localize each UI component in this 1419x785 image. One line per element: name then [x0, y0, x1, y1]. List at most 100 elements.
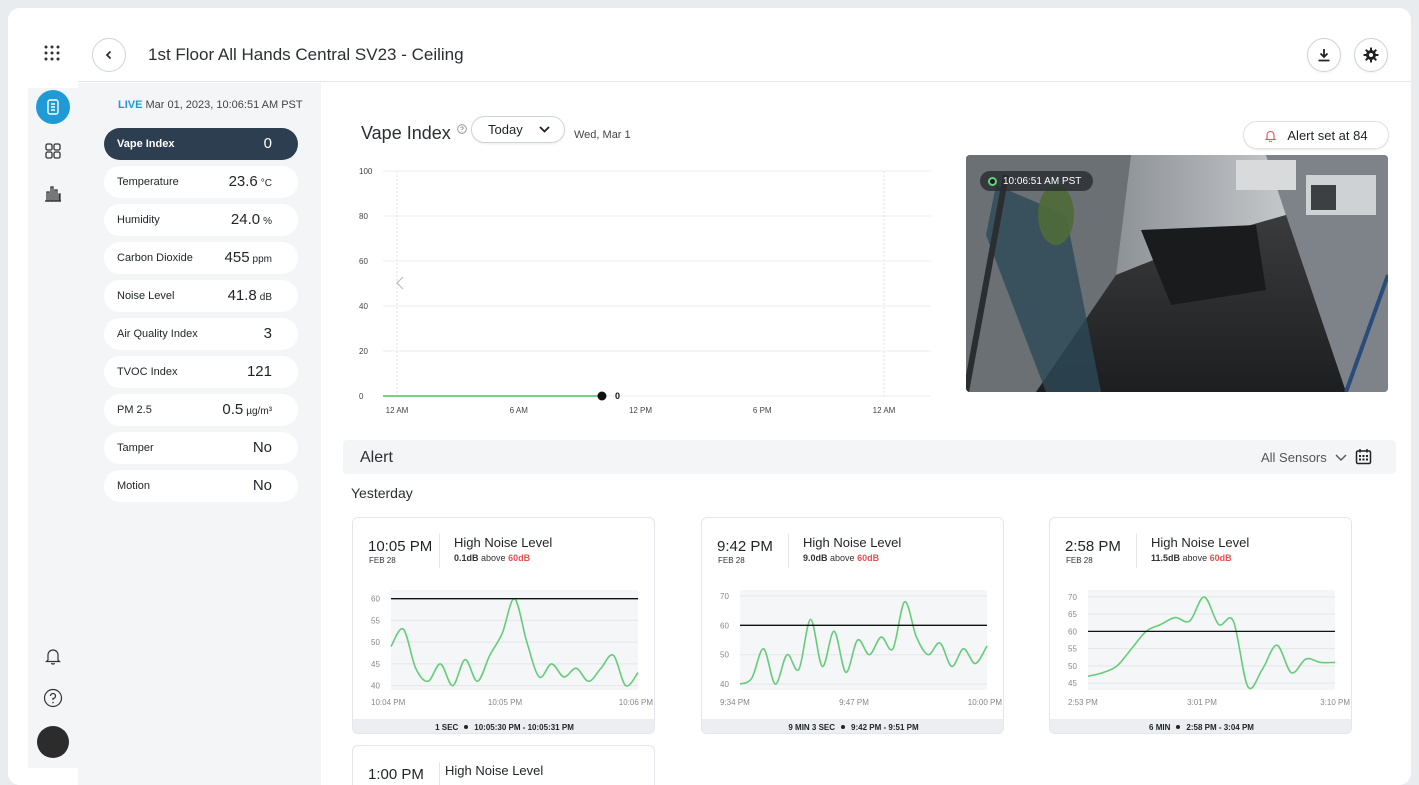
x-tick-label: 12 AM [873, 406, 896, 415]
live-badge: LIVE [118, 99, 143, 111]
y-tick-label: 55 [371, 616, 380, 625]
card-divider [1136, 534, 1137, 568]
alert-duration-bar: 1 SEC 10:05:30 PM - 10:05:31 PM [353, 719, 654, 733]
x-tick-label: 6 PM [753, 406, 772, 415]
sensor-row-noise-level[interactable]: Noise Level 41.8 dB [104, 280, 298, 312]
alert-time: 1:00 PM [368, 766, 424, 783]
sensor-label: Vape Index [117, 138, 175, 150]
sensor-row-vape-index[interactable]: Vape Index 0 [104, 128, 298, 160]
sensor-reading: 41.8 dB [228, 287, 272, 305]
alert-card[interactable]: 1:00 PM High Noise Level [352, 745, 655, 785]
alert-card[interactable]: 9:42 PM High Noise Level FEB 28 9.0dB above… [701, 517, 1004, 734]
sensor-reading: 0.5 µg/m³ [222, 401, 272, 419]
sensor-list-panel: LIVE Mar 01, 2023, 10:06:51 AM PST Vape I… [78, 83, 321, 785]
apps-grid-icon[interactable] [43, 44, 61, 62]
alert-title: High Noise Level [803, 535, 902, 550]
help-circle-icon [43, 688, 63, 708]
sensor-row-humidity[interactable]: Humidity 24.0% [104, 204, 298, 236]
sensor-row-temperature[interactable]: Temperature 23.6 °C [104, 166, 298, 198]
chevron-down-icon [1335, 454, 1347, 461]
notifications-button[interactable] [36, 639, 70, 673]
camera-timestamp: 10:06:51 AM PST [980, 171, 1094, 191]
alert-card[interactable]: 2:58 PM High Noise Level FEB 28 11.5dB abov… [1049, 517, 1352, 734]
sensor-value: 0 [263, 135, 272, 152]
app-frame: 1st Floor All Hands Central SV23 - Ceili… [8, 8, 1411, 785]
left-rail [8, 8, 78, 785]
live-timestamp: LIVE Mar 01, 2023, 10:06:51 AM PST [118, 99, 303, 111]
alert-duration-bar: 9 MIN 3 SEC 9:42 PM - 9:51 PM [702, 719, 1003, 733]
download-icon [1318, 49, 1330, 62]
sensor-row-carbon-dioxide[interactable]: Carbon Dioxide 455 ppm [104, 242, 298, 274]
sensor-value: 24.0 [230, 211, 261, 228]
sensor-nav-button[interactable] [36, 90, 70, 124]
dashboard-nav-button[interactable] [36, 134, 70, 168]
alert-detail: 11.5dB above 60dB [1151, 553, 1232, 563]
sensor-label: Noise Level [117, 290, 175, 302]
alert-date: FEB 28 [718, 556, 745, 565]
bell-alert-icon [1265, 130, 1277, 142]
sensor-label: PM 2.5 [117, 404, 152, 416]
alert-threshold-label: Alert set at 84 [1287, 127, 1368, 143]
sensor-value: 455 [224, 249, 250, 266]
sensor-row-motion[interactable]: Motion No [104, 470, 298, 502]
vape-index-chart: 0 20 40 60 80 100 12 AM 6 AM 12 PM 6 PM 12 AM 0 [359, 167, 931, 415]
date-range-select[interactable]: Today [471, 116, 565, 143]
alert-detail: 0.1dB above 60dB [454, 553, 531, 563]
last-point [597, 391, 607, 401]
alert-noise-chart: 40 45 50 55 60 10:04 PM 10:05 PM 10:06 PM [371, 590, 654, 707]
selected-date: Wed, Mar 1 [574, 129, 631, 141]
alert-duration-bar: 6 MIN 2:58 PM - 3:04 PM [1050, 719, 1351, 733]
date-range-label: Today [488, 122, 523, 137]
separator-dot [1176, 725, 1181, 729]
separator-dot [464, 725, 469, 729]
x-tick-label: 9:34 PM [720, 698, 750, 707]
sensor-row-pm-2-5[interactable]: PM 2.5 0.5 µg/m³ [104, 394, 298, 426]
card-divider [439, 762, 440, 785]
y-tick-label: 65 [1068, 610, 1077, 619]
help-button[interactable] [36, 681, 70, 715]
settings-button[interactable] [1354, 38, 1388, 72]
x-tick-label: 9:47 PM [839, 698, 869, 707]
y-tick-label: 60 [371, 595, 380, 604]
alert-noise-chart: 40 50 60 70 9:34 PM 9:47 PM 10:00 PM [720, 590, 1002, 707]
alert-detail: 9.0dB above 60dB [803, 553, 880, 563]
sensor-row-tvoc-index[interactable]: TVOC Index 121 [104, 356, 298, 388]
x-tick-label: 10:06 PM [619, 698, 654, 707]
sensor-reading: 23.6 °C [229, 173, 272, 191]
sensor-label: Tamper [117, 442, 154, 454]
alert-card[interactable]: 10:05 PM High Noise Level FEB 28 0.1dB abov… [352, 517, 655, 734]
download-button[interactable] [1307, 38, 1341, 72]
alert-section-header: Alert All Sensors [343, 440, 1396, 474]
dashboard-grid-icon [45, 143, 61, 159]
sensor-reading: 0 [264, 135, 272, 153]
sensor-value: 0.5 [222, 401, 244, 418]
sensor-filter-select[interactable]: All Sensors [1261, 450, 1347, 465]
y-tick-label: 40 [359, 302, 368, 311]
camera-feed[interactable]: 10:06:51 AM PST [966, 155, 1388, 392]
sensor-value: 3 [263, 325, 272, 342]
sensor-value: No [252, 439, 272, 456]
alert-noise-chart: 45 50 55 60 65 70 2:53 PM 3:01 PM 3:10 PM [1068, 590, 1350, 707]
y-tick-label: 45 [371, 660, 380, 669]
x-tick-label: 2:53 PM [1068, 698, 1098, 707]
alert-group-label: Yesterday [351, 485, 413, 501]
analytics-nav-button[interactable] [36, 176, 70, 210]
sensor-label: Humidity [117, 214, 160, 226]
calendar-icon[interactable] [1355, 448, 1372, 465]
y-tick-label: 60 [359, 257, 368, 266]
page-title: 1st Floor All Hands Central SV23 - Ceili… [148, 45, 464, 64]
last-point-label: 0 [615, 391, 620, 401]
plot-area [391, 590, 638, 690]
plot-area [740, 590, 987, 690]
y-tick-label: 55 [1068, 645, 1077, 654]
y-tick-label: 0 [359, 392, 364, 401]
back-button[interactable] [92, 38, 126, 72]
user-avatar[interactable] [37, 726, 69, 758]
sensor-label: Motion [117, 480, 151, 492]
sensor-value: 41.8 [227, 287, 257, 304]
sensor-row-tamper[interactable]: Tamper No [104, 432, 298, 464]
sensor-reading: 121 [247, 363, 272, 381]
alert-threshold-button[interactable]: Alert set at 84 [1243, 121, 1389, 149]
sensor-row-air-quality-index[interactable]: Air Quality Index 3 [104, 318, 298, 350]
info-icon[interactable] [457, 124, 467, 134]
